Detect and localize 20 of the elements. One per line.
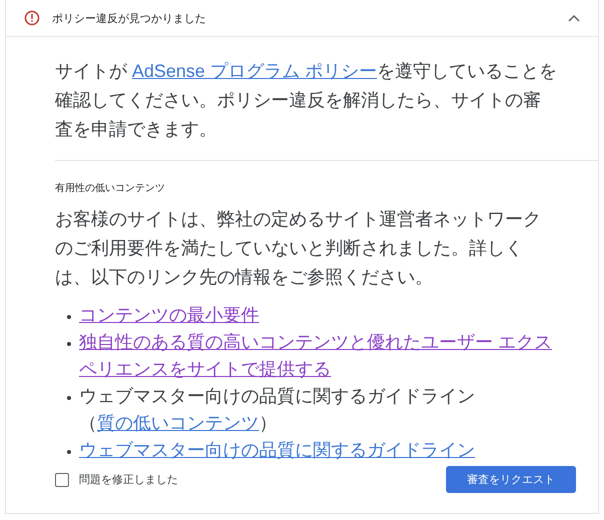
resource-link[interactable]: コンテンツの最小要件 bbox=[79, 302, 259, 329]
request-review-button[interactable]: 審査をリクエスト bbox=[446, 466, 576, 493]
bullet-icon bbox=[67, 450, 71, 454]
list-text: ウェブマスター向けの品質に関するガイドライン（質の低いコンテンツ） bbox=[79, 385, 476, 435]
bullet-icon bbox=[67, 396, 71, 400]
checkbox[interactable] bbox=[55, 472, 69, 486]
inline-link[interactable]: AdSense プログラム ポリシー bbox=[132, 61, 378, 81]
intro-paragraph: サイトが AdSense プログラム ポリシーを遵守していることを確認してください。ポリシー違反を解消したら、サイトの審査を申請できます。 bbox=[55, 60, 558, 141]
card-header[interactable]: ポリシー違反が見つかりました bbox=[6, 0, 598, 37]
alert-icon bbox=[24, 10, 40, 26]
checkbox-label: 問題を修正しました bbox=[79, 473, 178, 487]
bullet-icon bbox=[67, 315, 71, 319]
resource-link[interactable]: 独自性のある質の高いコンテンツと優れたユーザー エクスペリエンスをサイトで提供する bbox=[79, 329, 558, 383]
resource-link[interactable]: ウェブマスター向けの品質に関するガイドライン bbox=[79, 437, 475, 464]
header-title: ポリシー違反が見つかりました bbox=[52, 12, 207, 26]
chevron-icon[interactable] bbox=[568, 14, 580, 22]
section-description: お客様のサイトは、弊社の定めるサイト運営者ネットワークのご利用要件を満たしていないと判断されました。詳しくは、以下のリンク先の情報をご参照ください。 bbox=[55, 208, 542, 289]
inline-link[interactable]: 質の低いコンテンツ bbox=[97, 413, 259, 433]
section-heading: 有用性の低いコンテンツ bbox=[55, 182, 166, 195]
bullet-icon bbox=[67, 342, 71, 346]
